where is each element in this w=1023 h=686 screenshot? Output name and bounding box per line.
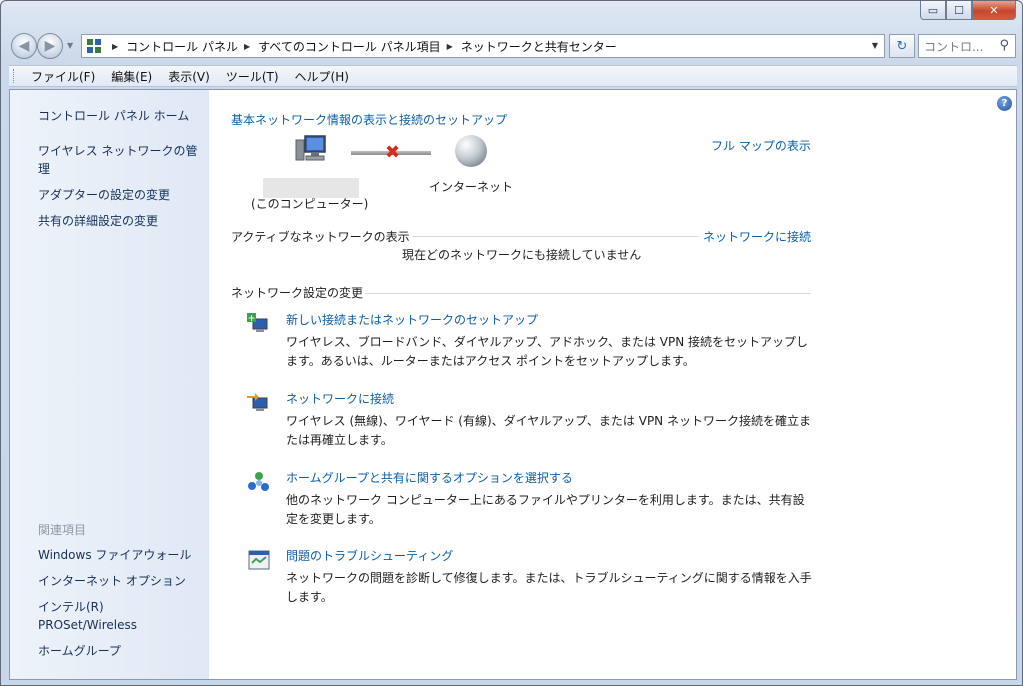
menu-view[interactable]: 表示(V) <box>160 68 218 85</box>
sidebar-link-control-panel-home[interactable]: コントロール パネル ホーム <box>38 107 206 125</box>
internet-globe-icon <box>455 135 487 167</box>
search-placeholder: コントロ... <box>924 39 984 54</box>
recent-pages-dropdown-icon[interactable]: ▼ <box>67 41 73 50</box>
task-new-connection: + 新しい接続またはネットワークのセットアップ ワイヤレス、ブロードバンド、ダイ… <box>247 311 819 371</box>
sidebar-link-adapter-settings[interactable]: アダプターの設定の変更 <box>38 186 206 204</box>
content-area: コントロール パネル ホーム ワイヤレス ネットワークの管理 アダプターの設定の… <box>9 89 1017 680</box>
task-new-connection-desc: ワイヤレス、ブロードバンド、ダイヤルアップ、アドホック、または VPN 接続をセ… <box>286 335 809 368</box>
sidebar-link-manage-wireless[interactable]: ワイヤレス ネットワークの管理 <box>38 142 204 178</box>
task-connect-network: ネットワークに接続 ワイヤレス (無線)、ワイヤード (有線)、ダイヤルアップ、… <box>247 390 819 450</box>
task-connect-network-link[interactable]: ネットワークに接続 <box>286 390 394 407</box>
sidebar-related-heading: 関連項目 <box>38 523 87 537</box>
address-history-dropdown-icon[interactable]: ▼ <box>872 41 878 50</box>
svg-text:+: + <box>248 314 256 324</box>
search-box[interactable]: コントロ... ⚲ <box>918 34 1016 58</box>
sidebar-link-internet-options[interactable]: インターネット オプション <box>38 572 206 590</box>
connect-network-icon <box>247 393 268 411</box>
disconnected-x-icon: ✖ <box>385 142 401 163</box>
homegroup-icon <box>248 472 269 491</box>
task-troubleshoot-link[interactable]: 問題のトラブルシューティング <box>286 547 453 564</box>
page-title: 基本ネットワーク情報の表示と接続のセットアップ <box>231 113 508 127</box>
task-homegroup-sharing-link[interactable]: ホームグループと共有に関するオプションを選択する <box>286 469 573 486</box>
sidebar-link-advanced-sharing[interactable]: 共有の詳細設定の変更 <box>38 212 206 230</box>
forward-arrow-icon: ▶ <box>44 38 56 54</box>
computer-icon <box>295 135 326 161</box>
refresh-button[interactable]: ↻ <box>889 34 915 58</box>
back-button[interactable]: ◀ <box>11 33 37 59</box>
sidebar-link-firewall[interactable]: Windows ファイアウォール <box>38 546 206 564</box>
menu-edit[interactable]: 編集(E) <box>103 68 160 85</box>
menu-file[interactable]: ファイル(F) <box>23 68 103 85</box>
close-button[interactable]: ✕ <box>972 1 1016 20</box>
maximize-button[interactable]: ☐ <box>946 1 972 20</box>
no-network-status: 現在どのネットワークにも接続していません <box>402 248 642 262</box>
task-sidebar: コントロール パネル ホーム ワイヤレス ネットワークの管理 アダプターの設定の… <box>10 90 209 679</box>
breadcrumb: ▶ コントロール パネル ▶ すべてのコントロール パネル項目 ▶ ネットワーク… <box>106 38 617 55</box>
menu-bar: ファイル(F) 編集(E) 表示(V) ツール(T) ヘルプ(H) <box>9 65 1017 87</box>
minimize-button[interactable]: ▭ <box>920 1 946 20</box>
breadcrumb-separator-icon[interactable]: ▶ <box>112 42 118 51</box>
caption-buttons: ▭ ☐ ✕ <box>920 1 1016 21</box>
menu-tools[interactable]: ツール(T) <box>218 68 287 85</box>
sidebar-link-homegroup[interactable]: ホームグループ <box>38 642 206 660</box>
computer-label: (このコンピューター) <box>251 197 369 211</box>
new-connection-icon: + <box>247 313 268 332</box>
breadcrumb-separator-icon[interactable]: ▶ <box>244 42 250 51</box>
breadcrumb-control-panel[interactable]: コントロール パネル <box>126 38 238 55</box>
breadcrumb-network-center[interactable]: ネットワークと共有センター <box>461 38 617 55</box>
task-homegroup-sharing-desc: 他のネットワーク コンピューター上にあるファイルやプリンターを利用します。または… <box>286 493 805 526</box>
menu-help[interactable]: ヘルプ(H) <box>287 68 357 85</box>
explorer-window: ▭ ☐ ✕ ◀ ▶ ▼ ▶ コントロール パネル ▶ すべてのコントロール パネ… <box>0 0 1023 686</box>
task-troubleshoot-desc: ネットワークの問題を診断して修復します。または、トラブルシューティングに関する情… <box>286 571 812 604</box>
change-settings-divider <box>365 293 811 294</box>
full-map-link[interactable]: フル マップの表示 <box>711 137 811 154</box>
task-troubleshoot: 問題のトラブルシューティング ネットワークの問題を診断して修復します。または、ト… <box>248 547 819 607</box>
active-networks-divider <box>413 236 699 237</box>
sidebar-link-proset-wireless[interactable]: インテル(R) PROSet/Wireless <box>38 598 148 634</box>
internet-label: インターネット <box>429 180 514 194</box>
task-connect-network-desc: ワイヤレス (無線)、ワイヤード (有線)、ダイヤルアップ、または VPN ネッ… <box>286 414 811 447</box>
connect-to-network-link[interactable]: ネットワークに接続 <box>703 228 811 245</box>
navigation-bar: ◀ ▶ ▼ ▶ コントロール パネル ▶ すべてのコントロール パネル項目 ▶ … <box>9 31 1017 59</box>
refresh-icon: ↻ <box>896 38 908 54</box>
troubleshoot-icon <box>248 550 270 570</box>
breadcrumb-all-items[interactable]: すべてのコントロール パネル項目 <box>258 38 441 55</box>
task-new-connection-link[interactable]: 新しい接続またはネットワークのセットアップ <box>286 311 538 328</box>
change-settings-heading: ネットワーク設定の変更 <box>231 286 364 300</box>
back-arrow-icon: ◀ <box>18 38 30 54</box>
help-icon[interactable]: ? <box>997 96 1012 111</box>
menu-grip <box>13 69 17 83</box>
control-panel-icon <box>86 38 102 54</box>
address-bar[interactable]: ▶ コントロール パネル ▶ すべてのコントロール パネル項目 ▶ ネットワーク… <box>81 34 885 58</box>
breadcrumb-separator-icon[interactable]: ▶ <box>447 42 453 51</box>
task-homegroup-sharing: ホームグループと共有に関するオプションを選択する 他のネットワーク コンピュータ… <box>248 469 819 529</box>
active-networks-heading: アクティブなネットワークの表示 <box>231 230 410 244</box>
search-icon[interactable]: ⚲ <box>999 38 1009 53</box>
main-panel: ? 基本ネットワーク情報の表示と接続のセットアップ フル マップの表示 ✖ (こ… <box>209 90 1016 679</box>
forward-button[interactable]: ▶ <box>37 33 63 59</box>
